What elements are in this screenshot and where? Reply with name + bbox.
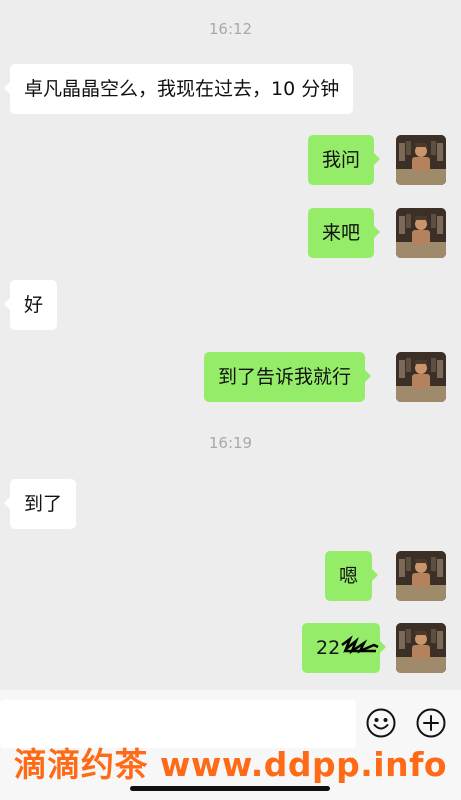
message-text: 22 [316,637,341,659]
avatar-image [396,208,446,258]
watermark-text: 滴滴约茶 www.ddpp.info [13,745,448,784]
avatar[interactable] [396,208,446,258]
avatar[interactable] [396,352,446,402]
avatar-image [396,352,446,402]
timestamp: 16:12 [208,20,253,38]
avatar-image [396,135,446,185]
emoji-icon[interactable] [365,707,397,739]
avatar-image [396,551,446,601]
message-bubble[interactable]: 来吧 [308,208,381,258]
avatar[interactable] [396,135,446,185]
timestamp: 16:19 [208,434,253,452]
avatar-image [396,623,446,673]
message-bubble[interactable]: 22 [302,623,386,673]
message-bubble[interactable]: 我问 [308,135,381,185]
avatar[interactable] [396,623,446,673]
chat-area[interactable]: 16:12 卓凡晶晶空么，我现在过去，10 分钟 我问 来吧 好 到了告诉我就行… [0,0,461,690]
message-bubble[interactable]: 嗯 [325,551,379,601]
message-bubble[interactable]: 卓凡晶晶空么，我现在过去，10 分钟 [3,64,354,114]
home-indicator[interactable] [130,786,330,791]
avatar[interactable] [396,551,446,601]
redaction-scribble [341,635,379,655]
message-bubble[interactable]: 好 [3,280,58,330]
plus-icon[interactable] [415,707,447,739]
message-bubble[interactable]: 到了告诉我就行 [204,352,372,402]
message-bubble[interactable]: 到了 [3,479,77,529]
